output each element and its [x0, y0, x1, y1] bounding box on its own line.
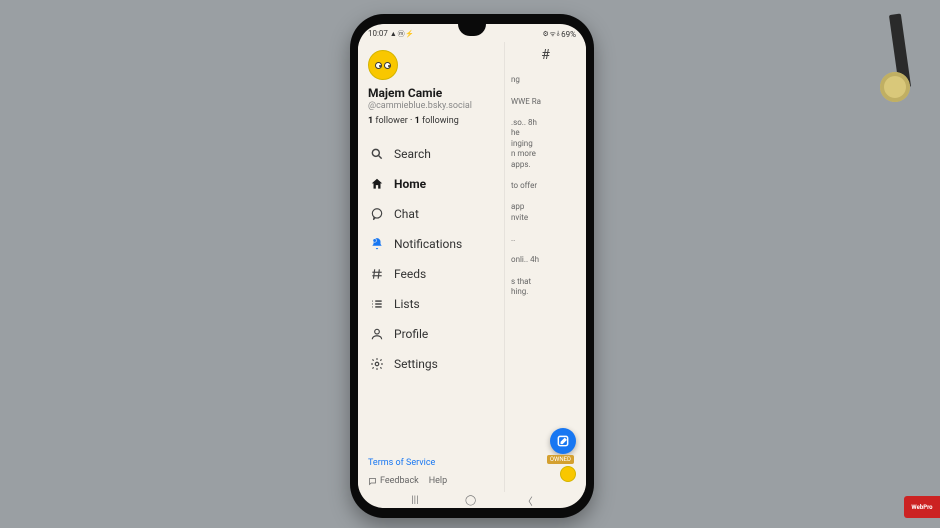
nav-label: Profile — [394, 327, 428, 341]
peek-text: .. — [511, 234, 580, 244]
navigation-drawer: Majem Camie @cammieblue.bsky.social 1 fo… — [358, 42, 504, 492]
profile-icon — [370, 327, 384, 341]
drawer-footer: Feedback Help — [368, 472, 494, 488]
nav-chat[interactable]: Chat — [368, 200, 494, 228]
peek-text: s that hing. — [511, 277, 580, 298]
search-icon — [370, 147, 384, 161]
phone-screen: 10:07 ▲ ⓜ ⚡ ⚙ ᯤ ⫰ 69% Majem Camie @cammi… — [358, 24, 586, 508]
main-content-peek[interactable]: # ng WWE Ra .so.. 8h he inging n more ap… — [504, 42, 586, 492]
gear-icon — [370, 357, 384, 371]
profile-display-name: Majem Camie — [368, 86, 494, 100]
follow-stats[interactable]: 1 follower · 1 following — [368, 116, 494, 126]
hash-icon — [370, 267, 384, 281]
compose-button[interactable] — [550, 428, 576, 454]
feedback-link[interactable]: Feedback — [368, 476, 419, 486]
peek-text: .so.. 8h he inging n more apps. — [511, 118, 580, 170]
nav-lists[interactable]: Lists — [368, 290, 494, 318]
nav-label: Lists — [394, 297, 420, 311]
nav-label: Settings — [394, 357, 438, 371]
bell-icon — [370, 237, 384, 251]
nav-notifications[interactable]: Notifications — [368, 230, 494, 258]
nav-label: Chat — [394, 207, 419, 221]
hash-icon: # — [511, 46, 580, 64]
owned-badge: OWNED — [547, 455, 574, 464]
terms-of-service-link[interactable]: Terms of Service — [368, 458, 494, 468]
peek-text: to offer — [511, 181, 580, 191]
mini-avatar[interactable] — [560, 466, 576, 482]
nav-profile[interactable]: Profile — [368, 320, 494, 348]
peek-text: ng — [511, 75, 580, 85]
nav-label: Notifications — [394, 237, 462, 251]
home-icon — [370, 177, 384, 191]
nav-label: Home — [394, 177, 426, 191]
peek-text: app nvite — [511, 202, 580, 223]
phone-frame: 10:07 ▲ ⓜ ⚡ ⚙ ᯤ ⫰ 69% Majem Camie @cammi… — [350, 14, 594, 518]
nav-label: Search — [394, 147, 431, 161]
status-left-icons: ▲ ⓜ ⚡ — [390, 30, 414, 38]
nav-home[interactable]: Home — [368, 170, 494, 198]
nav-label: Feeds — [394, 267, 426, 281]
nav-settings[interactable]: Settings — [368, 350, 494, 378]
android-nav-bar: ||| ◯ 〈 — [358, 492, 586, 508]
home-button[interactable]: ◯ — [465, 495, 476, 506]
profile-handle: @cammieblue.bsky.social — [368, 101, 494, 111]
status-time: 10:07 — [368, 29, 388, 38]
nav-search[interactable]: Search — [368, 140, 494, 168]
list-icon — [370, 297, 384, 311]
video-watermark: WebPro — [904, 496, 940, 518]
nav-feeds[interactable]: Feeds — [368, 260, 494, 288]
status-right-icons: ⚙ ᯤ ⫰ — [542, 30, 559, 39]
desk-prop — [874, 14, 930, 94]
message-icon — [368, 477, 377, 486]
user-avatar[interactable] — [368, 50, 398, 80]
status-battery: 69% — [561, 30, 576, 39]
recents-button[interactable]: ||| — [411, 495, 418, 506]
peek-text: onli.. 4h — [511, 255, 580, 265]
help-link[interactable]: Help — [429, 476, 447, 486]
chat-icon — [370, 207, 384, 221]
peek-text: WWE Ra — [511, 97, 580, 107]
compose-icon — [556, 434, 570, 448]
back-button[interactable]: 〈 — [523, 493, 533, 508]
